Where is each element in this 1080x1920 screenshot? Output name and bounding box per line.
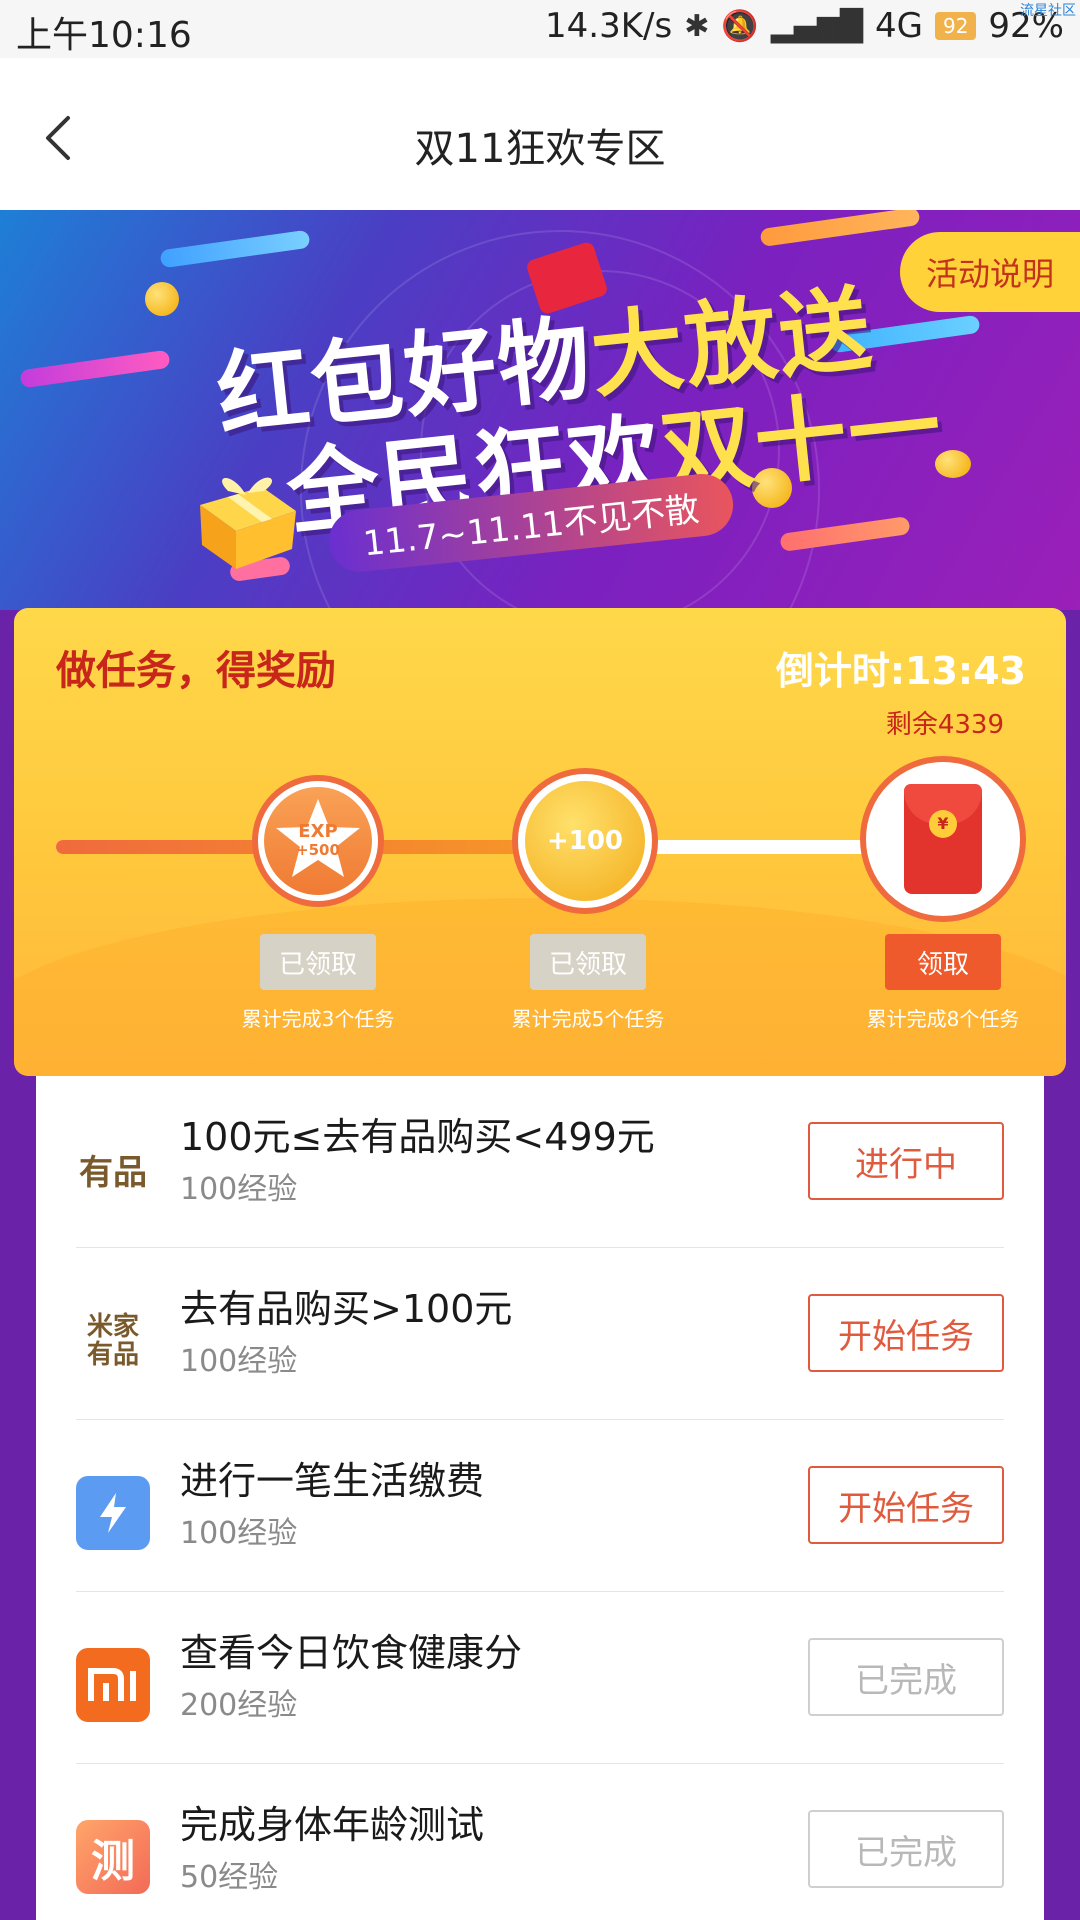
task-row: 米家 有品 去有品购买>100元 100经验 开始任务	[36, 1248, 1044, 1420]
milestone-caption-1: 累计完成3个任务	[241, 1007, 395, 1031]
promo-banner: 活动说明 红包好物大放送 全民狂欢双十一 11.7~11.11不见不散	[0, 210, 1080, 610]
mi-shape	[88, 1668, 136, 1701]
milestone-exp: EXP +500	[252, 775, 384, 907]
task-title: 完成身体年龄测试	[180, 1803, 485, 1847]
envelope-seal: ¥	[929, 810, 957, 838]
coin-decoration	[145, 282, 179, 316]
page-title: 双11狂欢专区	[414, 126, 666, 172]
milestone-coins: +100	[512, 768, 658, 914]
mijia-youpin-logo-icon: 米家 有品	[86, 1312, 139, 1370]
task-title: 查看今日饮食健康分	[180, 1631, 523, 1675]
banner-streak	[159, 229, 311, 269]
coin-stack-icon: +100	[525, 781, 645, 901]
task-action-button[interactable]: 已完成	[808, 1638, 1004, 1716]
reward-title: 做任务，得奖励	[56, 648, 336, 694]
task-list: 有品 100元≤去有品购买<499元 100经验 进行中 米家 有品 去有品购买…	[36, 1076, 1044, 1920]
exp-badge-line1: EXP	[298, 821, 338, 842]
banner-streak	[19, 349, 171, 389]
status-bar: 上午10:16 14.3K/s ✱ 🔕 ▂▄▆█ 4G 92 92% 流星社区	[0, 0, 1080, 58]
claim-button-3[interactable]: 领取	[885, 934, 1001, 990]
test-logo-icon: 测	[76, 1820, 150, 1894]
task-exp: 200经验	[180, 1688, 298, 1723]
activity-rules-button[interactable]: 活动说明	[900, 232, 1080, 312]
task-title: 100元≤去有品购买<499元	[180, 1115, 655, 1159]
signal-icon: ▂▄▆█	[770, 8, 863, 44]
youpin-logo-icon: 有品	[79, 1152, 147, 1193]
battery-badge: 92	[934, 12, 977, 40]
remaining-count: 剩余4339	[885, 710, 1004, 740]
mi-icon	[76, 1648, 150, 1722]
exp-badge-line2: +500	[296, 841, 340, 859]
coin-badge-text: +100	[546, 826, 624, 856]
task-action-button[interactable]: 进行中	[808, 1122, 1004, 1200]
claim-button-2[interactable]: 已领取	[530, 934, 646, 990]
lightning-icon	[76, 1476, 150, 1550]
task-title: 去有品购买>100元	[180, 1287, 513, 1331]
network-speed: 14.3K/s	[545, 6, 673, 46]
status-time: 上午10:16	[16, 15, 192, 56]
task-row: 测 完成身体年龄测试 50经验 已完成	[36, 1764, 1044, 1920]
task-row: 有品 100元≤去有品购买<499元 100经验 进行中	[36, 1076, 1044, 1248]
network-type: 4G	[874, 6, 923, 46]
task-exp: 100经验	[180, 1516, 298, 1551]
milestone-caption-3: 累计完成8个任务	[866, 1007, 1020, 1031]
task-action-button[interactable]: 开始任务	[808, 1294, 1004, 1372]
task-exp: 50经验	[180, 1860, 279, 1895]
task-row: 查看今日饮食健康分 200经验 已完成	[36, 1592, 1044, 1764]
task-action-button[interactable]: 已完成	[808, 1810, 1004, 1888]
bluetooth-icon: ✱	[684, 8, 710, 44]
exp-star-icon: EXP +500	[264, 787, 372, 895]
status-indicators: 14.3K/s ✱ 🔕 ▂▄▆█ 4G 92 92%	[545, 6, 1064, 46]
watermark: 流星社区	[1020, 3, 1076, 19]
task-exp: 100经验	[180, 1172, 298, 1207]
countdown-timer: 倒计时:13:43	[775, 649, 1026, 693]
red-envelope-icon: ¥	[904, 784, 982, 894]
claim-button-1[interactable]: 已领取	[260, 934, 376, 990]
exp-badge-text: EXP +500	[296, 821, 340, 860]
milestone-red-envelope: ¥	[860, 756, 1026, 922]
task-row: 进行一笔生活缴费 100经验 开始任务	[36, 1420, 1044, 1592]
lightning-shape	[100, 1493, 126, 1533]
title-bar: 双11狂欢专区	[0, 58, 1080, 210]
task-exp: 100经验	[180, 1344, 298, 1379]
milestone-caption-2: 累计完成5个任务	[511, 1007, 665, 1031]
banner-streak	[759, 210, 921, 248]
mute-icon: 🔕	[721, 8, 759, 44]
task-action-button[interactable]: 开始任务	[808, 1466, 1004, 1544]
task-title: 进行一笔生活缴费	[180, 1459, 485, 1503]
reward-card: 做任务，得奖励 倒计时:13:43 剩余4339 EXP +500 已领取 累计…	[14, 608, 1066, 1076]
